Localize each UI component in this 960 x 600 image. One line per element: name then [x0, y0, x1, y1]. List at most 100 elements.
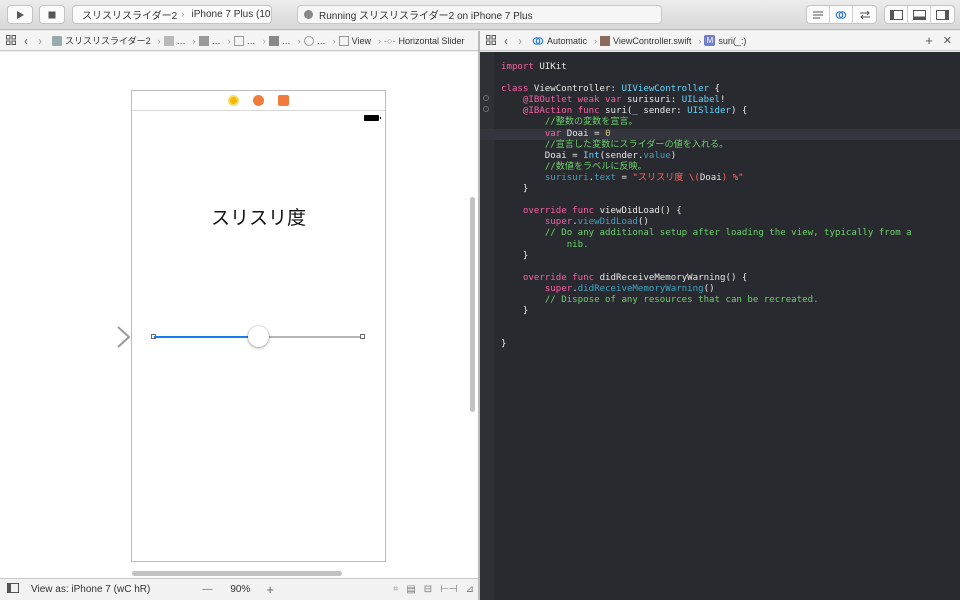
action-connection-icon[interactable] — [483, 106, 489, 112]
code-line[interactable]: super.didReceiveMemoryWarning() — [501, 284, 960, 295]
vertical-scrollbar[interactable] — [470, 197, 475, 412]
navigator-toggle-button[interactable] — [885, 6, 908, 23]
slider-resize-handle-right[interactable] — [360, 334, 365, 339]
zoom-in-button[interactable]: + — [266, 582, 274, 597]
zoom-out-button[interactable]: — — [202, 584, 212, 595]
code-token: UILabel — [681, 95, 721, 106]
code-line[interactable]: //整数の変数を宣言。 — [501, 117, 960, 128]
code-line[interactable]: super.viewDidLoad() — [501, 217, 960, 228]
back-icon[interactable]: ‹ — [24, 34, 28, 48]
align-icon[interactable]: ⊟ — [424, 584, 432, 595]
code-token: super — [544, 217, 573, 228]
code-line[interactable] — [501, 73, 960, 84]
forward-icon[interactable]: › — [38, 34, 42, 48]
code-line[interactable] — [501, 317, 960, 328]
code-line[interactable]: } — [501, 339, 960, 350]
outlet-connection-icon[interactable] — [483, 95, 489, 101]
run-button[interactable] — [7, 5, 33, 24]
code-line[interactable]: @IBOutlet weak var surisuri: UILabel! — [501, 95, 960, 106]
code-line[interactable]: // Dispose of any resources that can be … — [501, 295, 960, 306]
code-line[interactable]: //宣言した変数にスライダーの値を入れる。 — [501, 140, 960, 151]
code-token: class — [501, 84, 529, 95]
grid-icon[interactable] — [486, 34, 496, 47]
code-editor[interactable]: import UIKit class ViewController: UIVie… — [480, 52, 960, 600]
jump-storyboard[interactable]: … — [233, 35, 256, 46]
code-token: override func — [522, 272, 595, 283]
code-line[interactable]: Doai = Int(sender.value) — [501, 151, 960, 162]
assistant-editor-button[interactable] — [830, 6, 853, 23]
chevron-right-icon: › — [378, 35, 382, 46]
stack-icon[interactable]: ▤ — [406, 584, 415, 595]
code-line[interactable]: } — [501, 184, 960, 195]
source-code[interactable]: import UIKit class ViewController: UIVie… — [480, 62, 960, 350]
slider-thumb[interactable] — [248, 326, 269, 347]
status-icon — [304, 10, 313, 19]
scheme-selector[interactable]: スリスリスライダー2 › iPhone 7 Plus (10.2) — [72, 5, 272, 24]
update-frames-icon[interactable]: ⌗ — [393, 584, 399, 595]
close-editor-icon[interactable]: ✕ — [943, 34, 952, 47]
utilities-toggle-button[interactable] — [931, 6, 954, 23]
view-controller-icon[interactable] — [228, 95, 239, 106]
code-line[interactable]: override func viewDidLoad() { — [501, 206, 960, 217]
version-editor-button[interactable] — [853, 6, 876, 23]
code-token: suri(_ sender: — [599, 106, 688, 117]
code-line[interactable]: } — [501, 306, 960, 317]
interface-builder-canvas[interactable]: スリスリ度 — [0, 52, 478, 578]
code-line[interactable] — [501, 328, 960, 339]
chevron-right-icon: › — [332, 35, 336, 46]
chevron-right-icon: › — [594, 35, 598, 46]
code-token: ViewController: — [528, 84, 622, 95]
jump-view[interactable]: View — [338, 35, 371, 46]
forward-icon[interactable]: › — [518, 34, 522, 48]
jump-swift-file[interactable]: ViewController.swift — [600, 35, 691, 46]
first-responder-icon[interactable] — [253, 95, 264, 106]
code-token: surisuri — [544, 172, 589, 183]
jump-method[interactable]: M suri(_:) — [704, 35, 746, 46]
code-line[interactable]: // Do any additional setup after loading… — [501, 228, 960, 239]
code-line[interactable]: nib. — [501, 240, 960, 251]
code-token: value — [643, 150, 671, 161]
add-editor-icon[interactable]: + — [925, 33, 933, 48]
stop-button[interactable] — [39, 5, 65, 24]
horizontal-scrollbar[interactable] — [132, 571, 342, 576]
code-token: ! — [720, 95, 726, 106]
surisuri-label[interactable]: スリスリ度 — [132, 203, 385, 230]
folder-icon — [163, 35, 174, 46]
standard-editor-button[interactable] — [807, 6, 830, 23]
outline-toggle-icon[interactable] — [7, 583, 19, 596]
jump-controller[interactable]: … — [303, 35, 326, 46]
chevron-right-icon: › — [181, 9, 185, 20]
jump-slider[interactable]: -○- Horizontal Slider — [384, 36, 464, 46]
code-line[interactable] — [501, 195, 960, 206]
code-line[interactable]: //数値をラベルに反映。 — [501, 162, 960, 173]
code-token: // Do any additional setup after loading… — [544, 228, 912, 239]
code-token: super — [544, 283, 573, 294]
back-icon[interactable]: ‹ — [504, 34, 508, 48]
scheme-name: スリスリスライダー2 — [82, 11, 178, 22]
jump-project[interactable]: スリスリスライダー2 — [52, 34, 151, 47]
code-line[interactable]: override func didReceiveMemoryWarning() … — [501, 273, 960, 284]
code-line[interactable]: import UIKit — [501, 62, 960, 73]
jump-folder[interactable]: … — [163, 35, 186, 46]
code-line[interactable]: var Doai = 0 — [480, 128, 960, 140]
code-line[interactable]: @IBAction func suri(_ sender: UISlider) … — [501, 106, 960, 117]
grid-icon[interactable] — [6, 34, 16, 47]
debug-toggle-button[interactable] — [908, 6, 931, 23]
view-controller-scene[interactable]: スリスリ度 — [131, 90, 386, 562]
view-as-button[interactable]: View as: iPhone 7 (wC hR) — [31, 584, 150, 595]
code-line[interactable]: } — [501, 251, 960, 262]
code-line[interactable]: class ViewController: UIViewController { — [501, 84, 960, 95]
jump-scene[interactable]: … — [268, 35, 291, 46]
assistant-icon — [835, 10, 847, 19]
zoom-level[interactable]: 90% — [230, 584, 250, 595]
jump-automatic[interactable]: Automatic — [532, 36, 587, 46]
pin-icon[interactable]: ⊢⊣ — [440, 584, 457, 595]
exit-icon[interactable] — [278, 95, 289, 106]
resolve-issues-icon[interactable]: ⊿ — [466, 584, 474, 595]
jump-file[interactable]: … — [198, 35, 221, 46]
code-line[interactable]: surisuri.text = "スリスリ度 \(Doai) %" — [501, 173, 960, 184]
code-line[interactable] — [501, 262, 960, 273]
